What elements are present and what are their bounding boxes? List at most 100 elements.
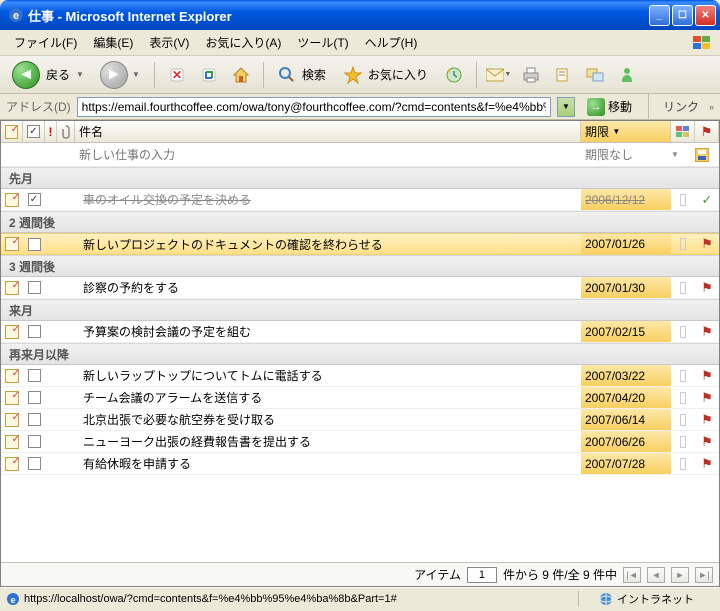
favorites-button[interactable]: お気に入り xyxy=(338,60,436,90)
menu-bar: ファイル(F) 編集(E) 表示(V) お気に入り(A) ツール(T) ヘルプ(… xyxy=(0,30,720,56)
home-button[interactable] xyxy=(227,61,255,89)
task-row[interactable]: 新しいラップトップについてトムに電話する2007/03/22⚑ xyxy=(1,365,719,387)
task-flag[interactable]: ⚑ xyxy=(695,277,719,298)
group-header[interactable]: 2 週間後 xyxy=(1,211,719,233)
task-row[interactable]: 北京出張で必要な航空券を受け取る2007/06/14⚑ xyxy=(1,409,719,431)
task-checkbox[interactable] xyxy=(23,409,45,430)
task-checkbox[interactable] xyxy=(23,277,45,298)
task-subject: チーム会議のアラームを送信する xyxy=(75,387,581,408)
pager-page-input[interactable] xyxy=(467,567,497,583)
task-flag[interactable]: ✓ xyxy=(695,189,719,210)
menu-view[interactable]: 表示(V) xyxy=(141,31,197,54)
col-complete[interactable]: ✓ xyxy=(23,121,45,142)
menu-help[interactable]: ヘルプ(H) xyxy=(357,31,426,54)
content-area: ✓ ! 件名 期限 ▼ ⚑ ▼ 先月✓車のオイル交換の予定を決める2006/12… xyxy=(0,120,720,587)
task-category[interactable] xyxy=(671,277,695,298)
new-task-due-input[interactable] xyxy=(581,148,671,162)
pager-first[interactable]: |◄ xyxy=(623,567,641,583)
minimize-button[interactable]: _ xyxy=(649,5,670,26)
task-row[interactable]: 診察の予約をする2007/01/30⚑ xyxy=(1,277,719,299)
task-checkbox[interactable] xyxy=(23,387,45,408)
task-due: 2007/01/30 xyxy=(581,277,671,298)
group-header[interactable]: 再来月以降 xyxy=(1,343,719,365)
pager-last[interactable]: ►| xyxy=(695,567,713,583)
menu-tools[interactable]: ツール(T) xyxy=(289,31,356,54)
address-input[interactable] xyxy=(77,97,551,117)
menu-favorites[interactable]: お気に入り(A) xyxy=(197,31,289,54)
task-checkbox[interactable] xyxy=(23,431,45,452)
pager-prev[interactable]: ◄ xyxy=(647,567,665,583)
address-dropdown[interactable]: ▼ xyxy=(557,97,575,117)
new-task-input[interactable] xyxy=(75,148,581,162)
search-button[interactable]: 検索 xyxy=(272,60,334,90)
group-header[interactable]: 先月 xyxy=(1,167,719,189)
new-task-due-dd[interactable]: ▼ xyxy=(671,150,695,159)
col-attachment[interactable] xyxy=(57,121,75,142)
task-flag[interactable]: ⚑ xyxy=(695,431,719,452)
ie-small-icon: e xyxy=(6,592,20,606)
task-flag[interactable]: ⚑ xyxy=(695,387,719,408)
task-row[interactable]: チーム会議のアラームを送信する2007/04/20 ⚑ xyxy=(1,387,719,409)
task-checkbox[interactable] xyxy=(23,453,45,474)
pager-next[interactable]: ► xyxy=(671,567,689,583)
col-type-icon[interactable] xyxy=(1,121,23,142)
group-header[interactable]: 3 週間後 xyxy=(1,255,719,277)
intranet-icon xyxy=(599,592,613,606)
refresh-button[interactable] xyxy=(195,61,223,89)
close-button[interactable]: ✕ xyxy=(695,5,716,26)
task-flag[interactable]: ⚑ xyxy=(695,321,719,342)
messenger-button[interactable] xyxy=(613,61,641,89)
back-button[interactable]: ◄ 戻る ▼ xyxy=(6,60,90,90)
go-button[interactable]: → 移動 xyxy=(581,98,638,116)
task-row[interactable]: ニューヨーク出張の経費報告書を提出する2007/06/26 ⚑ xyxy=(1,431,719,453)
task-category[interactable] xyxy=(671,234,695,254)
col-importance[interactable]: ! xyxy=(45,121,57,142)
star-icon xyxy=(344,66,362,84)
task-category[interactable] xyxy=(671,431,695,452)
task-flag[interactable]: ⚑ xyxy=(695,453,719,474)
task-row[interactable]: 有給休暇を申請する2007/07/28⚑ xyxy=(1,453,719,475)
forward-button[interactable]: ► ▼ xyxy=(94,60,146,90)
task-category[interactable] xyxy=(671,365,695,386)
task-checkbox[interactable] xyxy=(23,234,45,254)
svg-text:✕: ✕ xyxy=(172,68,182,82)
links-label[interactable]: リンク xyxy=(659,98,703,115)
task-checkbox[interactable]: ✓ xyxy=(23,189,45,210)
task-flag[interactable]: ⚑ xyxy=(695,409,719,430)
col-category[interactable] xyxy=(671,121,695,142)
menu-file[interactable]: ファイル(F) xyxy=(6,31,85,54)
discuss-button[interactable] xyxy=(581,61,609,89)
col-flag[interactable]: ⚑ xyxy=(695,121,719,142)
menu-edit[interactable]: 編集(E) xyxy=(85,31,141,54)
task-flag[interactable]: ⚑ xyxy=(695,234,719,254)
new-task-save-icon[interactable] xyxy=(695,148,719,162)
edit-button[interactable] xyxy=(549,61,577,89)
task-category[interactable] xyxy=(671,453,695,474)
col-subject[interactable]: 件名 xyxy=(75,121,581,142)
group-header[interactable]: 来月 xyxy=(1,299,719,321)
task-category[interactable] xyxy=(671,189,695,210)
print-button[interactable] xyxy=(517,61,545,89)
history-button[interactable] xyxy=(440,61,468,89)
task-type-icon xyxy=(1,189,23,210)
task-due: 2007/06/26 xyxy=(581,431,671,452)
task-category[interactable] xyxy=(671,409,695,430)
task-checkbox[interactable] xyxy=(23,321,45,342)
toolbar: ◄ 戻る ▼ ► ▼ ✕ 検索 お気に入り ▼ xyxy=(0,56,720,94)
task-flag[interactable]: ⚑ xyxy=(695,365,719,386)
task-category[interactable] xyxy=(671,387,695,408)
task-type-icon xyxy=(1,277,23,298)
stop-button[interactable]: ✕ xyxy=(163,61,191,89)
task-list[interactable]: 先月✓車のオイル交換の予定を決める2006/12/12✓2 週間後新しいプロジェ… xyxy=(1,167,719,562)
task-row[interactable]: 予算案の検討会議の予定を組む2007/02/15⚑ xyxy=(1,321,719,343)
task-subject: ニューヨーク出張の経費報告書を提出する xyxy=(75,431,581,452)
mail-button[interactable]: ▼ xyxy=(485,61,513,89)
task-due: 2007/04/20 xyxy=(581,387,671,408)
task-due: 2007/07/28 xyxy=(581,453,671,474)
col-due[interactable]: 期限 ▼ xyxy=(581,121,671,142)
task-row[interactable]: ✓車のオイル交換の予定を決める2006/12/12✓ xyxy=(1,189,719,211)
task-checkbox[interactable] xyxy=(23,365,45,386)
task-row[interactable]: 新しいプロジェクトのドキュメントの確認を終わらせる2007/01/26⚑ xyxy=(1,233,719,255)
task-category[interactable] xyxy=(671,321,695,342)
maximize-button[interactable]: ☐ xyxy=(672,5,693,26)
